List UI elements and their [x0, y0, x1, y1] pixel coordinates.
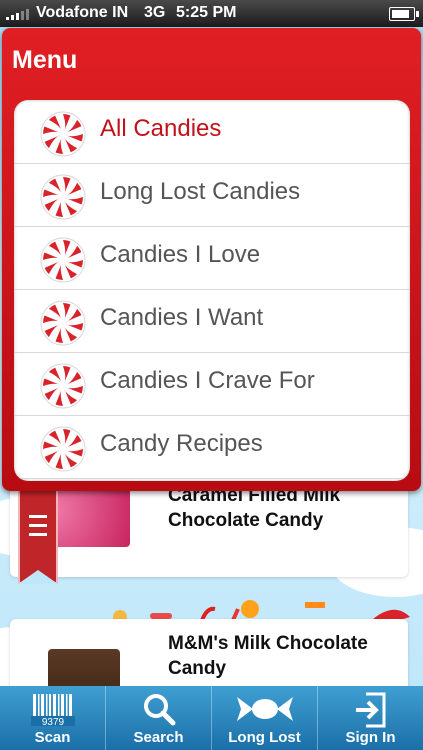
tab-sign-in[interactable]: Sign In — [318, 686, 423, 750]
menu-item-label: Candy Recipes — [100, 430, 263, 457]
menu-list: All Candies Long Lost Candies Candies I Lo… — [14, 100, 410, 481]
carrier-name: Vodafone IN — [36, 4, 129, 21]
menu-popover: Menu All Candies Long Lost Candies Candies… — [2, 28, 421, 491]
peppermint-candy-icon — [40, 363, 86, 409]
barcode-number: 9379 — [41, 717, 64, 726]
candy-title: M&M's Milk Chocolate Candy — [168, 633, 368, 679]
tab-scan[interactable]: 9379 Scan — [0, 686, 106, 750]
sign-in-icon — [355, 692, 385, 728]
peppermint-candy-icon — [40, 111, 86, 157]
menu-item[interactable]: All Candies — [14, 101, 410, 164]
menu-item[interactable]: Candy Recipes — [14, 416, 410, 479]
menu-item[interactable]: Candies I Want — [14, 290, 410, 353]
menu-item-label: Candies I Want — [100, 304, 264, 331]
menu-item-label: Candies I Love — [100, 241, 261, 268]
tab-label: Long Lost — [228, 729, 301, 746]
menu-item[interactable]: Candies I Love — [14, 227, 410, 290]
peppermint-candy-icon — [40, 237, 86, 283]
tab-label: Scan — [34, 729, 71, 746]
menu-item-label: All Candies — [100, 115, 222, 142]
menu-item-label: Long Lost Candies — [100, 178, 301, 205]
peppermint-candy-icon — [40, 426, 86, 472]
tab-long-lost[interactable]: Long Lost — [212, 686, 318, 750]
tab-bar: 9379 Scan Search Long Lost Sign In — [0, 686, 423, 750]
wrapped-candy-icon — [236, 697, 293, 721]
signal-strength-icon — [6, 9, 29, 20]
menu-item-label: Candies I Crave For — [100, 367, 315, 394]
menu-title: Menu — [12, 46, 78, 74]
menu-item[interactable]: Long Lost Candies — [14, 164, 410, 227]
candy-thumbnail — [48, 649, 120, 687]
clock: 5:25 PM — [176, 4, 237, 21]
tab-label: Search — [133, 729, 184, 746]
menu-item[interactable]: Candies I Crave For — [14, 353, 410, 416]
peppermint-candy-icon — [40, 174, 86, 220]
barcode-icon: 9379 — [30, 694, 75, 726]
status-bar: Vodafone IN 3G 5:25 PM — [0, 0, 423, 27]
search-icon — [143, 694, 175, 726]
peppermint-candy-icon — [40, 300, 86, 346]
tab-label: Sign In — [345, 729, 396, 746]
battery-icon — [389, 7, 419, 21]
tab-search[interactable]: Search — [106, 686, 212, 750]
bookmark-ribbon-icon[interactable] — [18, 489, 58, 584]
list-item[interactable]: M&M's Milk Chocolate Candy — [10, 619, 408, 687]
network-type: 3G — [144, 4, 166, 21]
